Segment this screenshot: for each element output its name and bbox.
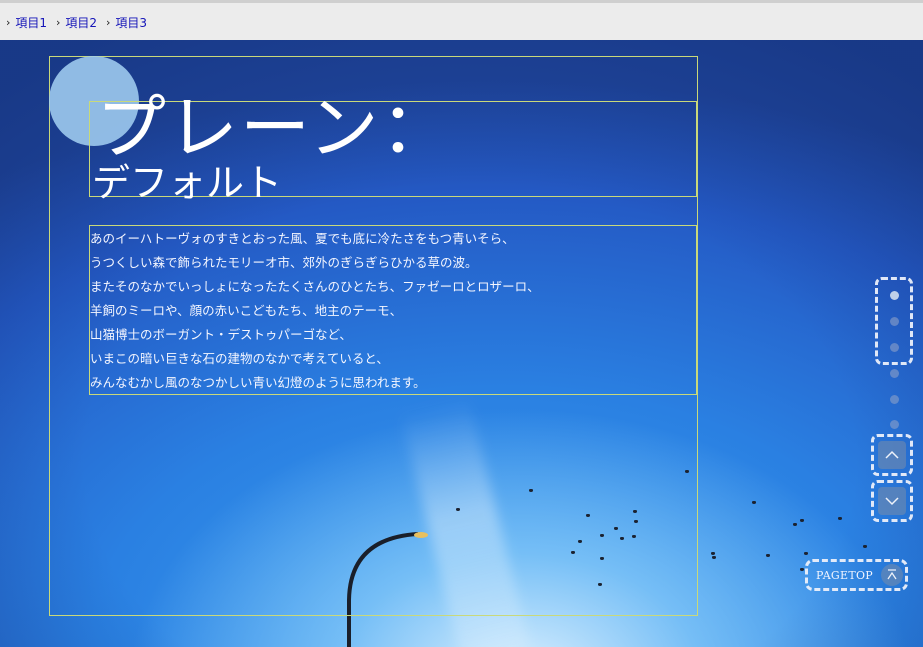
body-text: あのイーハトーヴォのすきとおった風、夏でも底に冷たさをもつ青いそら、 うつくしい…: [90, 227, 540, 395]
paragraph-line: あのイーハトーヴォのすきとおった風、夏でも底に冷たさをもつ青いそら、: [90, 231, 515, 246]
breadcrumb-link[interactable]: 項目2: [65, 14, 97, 31]
section-dot-5[interactable]: [890, 395, 899, 404]
paragraph-line: うつくしい森で飾られたモリーオ市、郊外のぎらぎらひかる草の波。: [90, 255, 478, 270]
breadcrumb: › 項目1 › 項目2 › 項目3: [0, 0, 923, 40]
arrow-up-bar-icon: [881, 564, 903, 586]
prev-section-button[interactable]: [871, 434, 913, 476]
breadcrumb-link[interactable]: 項目3: [115, 14, 147, 31]
paragraph-line: 羊飼のミーロや、顔の赤いこどもたち、地主のテーモ、: [90, 303, 403, 318]
chevron-down-icon: [878, 487, 906, 515]
breadcrumb-item-2[interactable]: › 項目2: [56, 14, 97, 31]
section-dot-4[interactable]: [890, 369, 899, 378]
paragraph-line: 山猫博士のボーガント・デストゥパーゴなど、: [90, 327, 352, 342]
breadcrumb-item-1[interactable]: › 項目1: [6, 14, 47, 31]
section-dot-3[interactable]: [890, 343, 899, 352]
page-subtitle: デフォルト: [92, 161, 283, 205]
chevron-right-icon: ›: [6, 16, 11, 29]
paragraph-line: いまこの暗い巨きな石の建物のなかで考えていると、: [90, 351, 389, 366]
chevron-right-icon: ›: [56, 16, 61, 29]
breadcrumb-item-3[interactable]: › 項目3: [106, 14, 147, 31]
chevron-up-icon: [878, 441, 906, 469]
pagetop-button[interactable]: PAGETOP: [805, 559, 908, 591]
paragraph-line: みんなむかし風のなつかしい青い幻燈のように思われます。: [90, 375, 426, 390]
pagetop-label: PAGETOP: [816, 568, 874, 582]
section-dot-6[interactable]: [890, 420, 899, 429]
section-dot-1[interactable]: [890, 291, 899, 300]
next-section-button[interactable]: [871, 480, 913, 522]
breadcrumb-link[interactable]: 項目1: [15, 14, 47, 31]
section-dot-2[interactable]: [890, 317, 899, 326]
paragraph-line: またそのなかでいっしょになったたくさんのひとたち、ファゼーロとロザーロ、: [90, 279, 540, 294]
chevron-right-icon: ›: [106, 16, 111, 29]
